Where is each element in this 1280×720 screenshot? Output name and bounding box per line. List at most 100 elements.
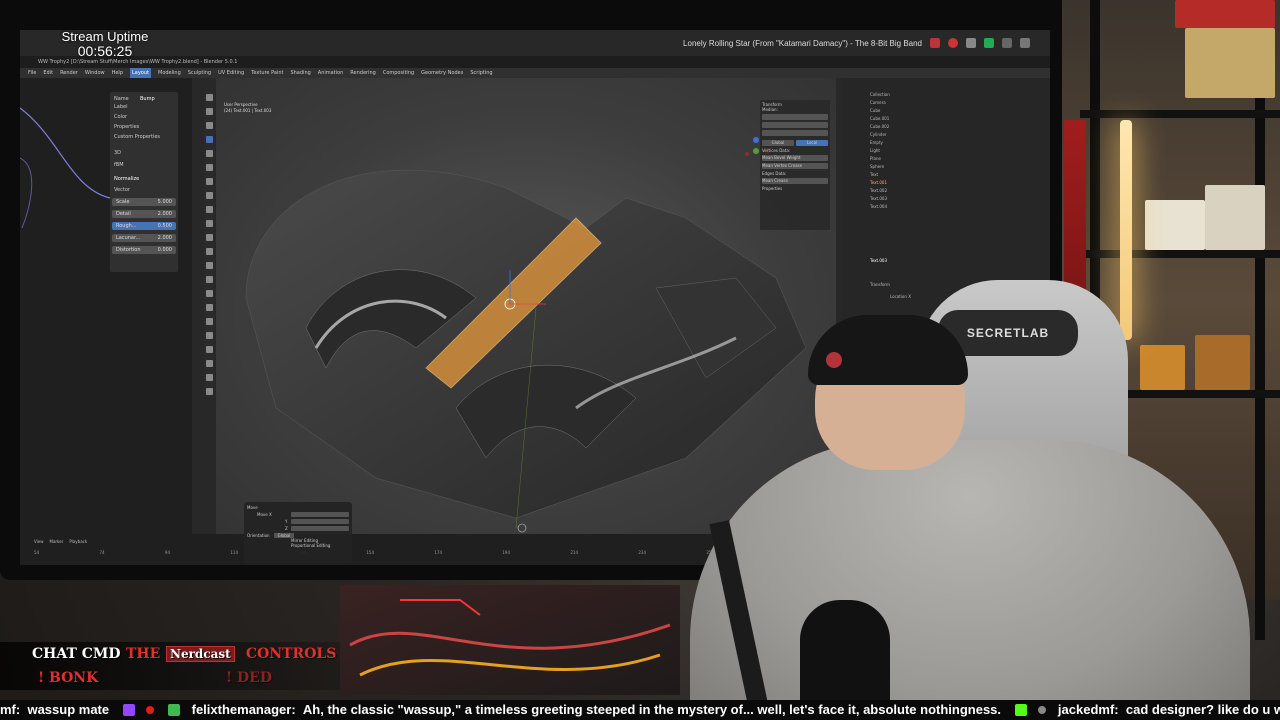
dimension-select[interactable]: 3D <box>114 150 121 156</box>
tool-icon[interactable] <box>206 248 213 255</box>
menu-item-render[interactable]: Render <box>60 68 78 78</box>
node-color-label[interactable]: Color <box>114 114 127 120</box>
outliner-item[interactable]: Collection <box>870 92 1010 97</box>
move-z-field[interactable] <box>291 526 349 531</box>
menu-item-file[interactable]: File <box>28 68 36 78</box>
operator-title[interactable]: Move <box>247 505 349 510</box>
spotify-icon[interactable] <box>984 38 994 48</box>
tool-icon[interactable] <box>206 122 213 129</box>
type-select[interactable]: fBM <box>114 162 124 168</box>
outliner-item[interactable]: Text <box>870 172 1010 177</box>
desktop-icon[interactable] <box>1020 38 1030 48</box>
node-input-value[interactable]: 2.000 <box>158 210 172 218</box>
node-name-value[interactable]: Bump <box>140 96 155 102</box>
timeline-ruler[interactable]: 547494114134154174194214234254 <box>34 550 714 556</box>
menu-item-modeling[interactable]: Modeling <box>158 68 181 78</box>
outliner-item[interactable]: Camera <box>870 100 1010 105</box>
local-toggle[interactable]: Local <box>796 140 828 146</box>
node-input-value[interactable]: 0.500 <box>158 222 172 230</box>
outliner-item[interactable]: Text.001 <box>870 180 1010 185</box>
move-operator-panel[interactable]: Move Move X Y Z Orientation Global Mirro… <box>244 502 352 564</box>
3d-viewport[interactable] <box>216 78 836 548</box>
node-input-row[interactable]: Detail 2.000 <box>112 210 176 218</box>
timeline-menu-marker[interactable]: Marker <box>50 538 64 546</box>
outliner-item[interactable]: Light <box>870 148 1010 153</box>
node-input-row[interactable]: Lacunar... 2.000 <box>112 234 176 242</box>
timeline-tick: 54 <box>34 550 40 555</box>
menu-item-help[interactable]: Help <box>112 68 123 78</box>
outliner-item[interactable]: Text.004 <box>870 204 1010 209</box>
median-y-field[interactable] <box>762 122 828 128</box>
tool-icon[interactable] <box>206 206 213 213</box>
custom-properties-label[interactable]: Custom Properties <box>114 134 160 140</box>
menu-item-shading[interactable]: Shading <box>290 68 310 78</box>
node-input-value[interactable]: 5.000 <box>158 198 172 206</box>
move-y-field[interactable] <box>291 519 349 524</box>
menu-item-window[interactable]: Window <box>85 68 105 78</box>
median-z-field[interactable] <box>762 130 828 136</box>
outliner-item[interactable]: Sphere <box>870 164 1010 169</box>
tool-icon[interactable] <box>206 150 213 157</box>
tool-icon[interactable] <box>206 304 213 311</box>
record-icon[interactable] <box>930 38 940 48</box>
tool-icon[interactable] <box>206 220 213 227</box>
tool-icon[interactable] <box>206 262 213 269</box>
tool-icon[interactable] <box>206 332 213 339</box>
node-input-row[interactable]: Distortion 0.000 <box>112 246 176 254</box>
drop-icon[interactable] <box>948 38 958 48</box>
mean-crease-field[interactable]: Mean Crease <box>762 178 828 184</box>
tool-icon[interactable] <box>206 108 213 115</box>
tool-icon[interactable] <box>206 164 213 171</box>
tool-icon[interactable] <box>206 136 213 143</box>
menu-item-texture-paint[interactable]: Texture Paint <box>251 68 283 78</box>
n-panel[interactable]: Transform Median: Global Local Vertices … <box>760 100 830 230</box>
outliner-item[interactable]: Empty <box>870 140 1010 145</box>
tool-icon[interactable] <box>206 94 213 101</box>
tool-icon[interactable] <box>206 234 213 241</box>
normalize-checkbox[interactable]: Normalize <box>114 176 139 182</box>
outliner-item[interactable]: Cube.002 <box>870 124 1010 129</box>
outliner-item[interactable]: Plane <box>870 156 1010 161</box>
menu-item-sculpting[interactable]: Sculpting <box>188 68 211 78</box>
menu-item-scripting[interactable]: Scripting <box>470 68 492 78</box>
menu-item-compositing[interactable]: Compositing <box>383 68 414 78</box>
outliner-item[interactable]: Cube <box>870 108 1010 113</box>
move-x-field[interactable] <box>291 512 349 517</box>
tool-icon[interactable] <box>206 318 213 325</box>
tool-icon[interactable] <box>206 360 213 367</box>
node-input-value[interactable]: 2.000 <box>158 234 172 242</box>
node-input-value[interactable]: 0.000 <box>158 246 172 254</box>
tool-icon[interactable] <box>206 192 213 199</box>
global-toggle[interactable]: Global <box>762 140 794 146</box>
menu-item-animation[interactable]: Animation <box>318 68 344 78</box>
timeline-menu-view[interactable]: View <box>34 538 44 546</box>
tool-icon[interactable] <box>206 346 213 353</box>
properties-header[interactable]: Properties <box>762 186 828 191</box>
menu-item-geometry-nodes[interactable]: Geometry Nodes <box>421 68 463 78</box>
outliner-item[interactable]: Text.003 <box>870 196 1010 201</box>
menu-item-layout[interactable]: Layout <box>130 68 151 78</box>
noise-texture-node[interactable]: Name Bump Label Color Properties Custom … <box>110 92 178 272</box>
tool-icon[interactable] <box>206 178 213 185</box>
timeline-menu-playback[interactable]: Playback <box>69 538 87 546</box>
outliner-item[interactable]: Cube.001 <box>870 116 1010 121</box>
outliner-item[interactable]: Cylinder <box>870 132 1010 137</box>
tool-icon[interactable] <box>206 374 213 381</box>
menu-item-edit[interactable]: Edit <box>43 68 53 78</box>
proportional-editing-checkbox[interactable]: Proportional Editing <box>247 543 349 548</box>
chat-icon[interactable] <box>966 38 976 48</box>
timeline-menus: View Marker Playback <box>20 538 720 546</box>
node-input-row[interactable]: Scale 5.000 <box>112 198 176 206</box>
outliner-item[interactable]: Text.002 <box>870 188 1010 193</box>
tool-icon[interactable] <box>206 276 213 283</box>
mean-vertex-crease-field[interactable]: Mean Vertex Crease <box>762 163 828 169</box>
menu-item-rendering[interactable]: Rendering <box>350 68 376 78</box>
menu-item-uv-editing[interactable]: UV Editing <box>218 68 244 78</box>
gamepad-icon[interactable] <box>1002 38 1012 48</box>
tool-icon[interactable] <box>206 388 213 395</box>
node-input-row[interactable]: Rough... 0.500 <box>112 222 176 230</box>
node-properties-label[interactable]: Properties <box>114 124 139 130</box>
median-x-field[interactable] <box>762 114 828 120</box>
mean-bevel-weight-field[interactable]: Mean Bevel Weight <box>762 155 828 161</box>
tool-icon[interactable] <box>206 290 213 297</box>
